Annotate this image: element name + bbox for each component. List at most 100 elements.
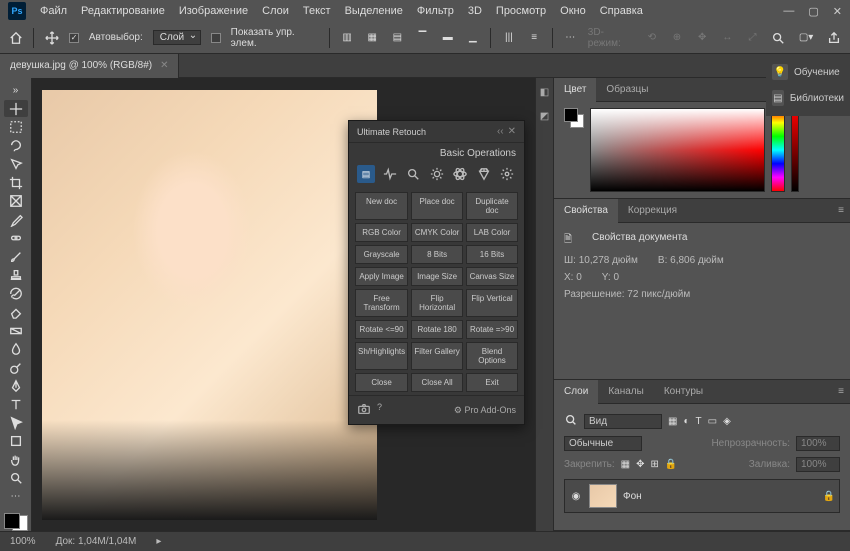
eraser-tool[interactable]: [4, 304, 28, 320]
align-hcenter-icon[interactable]: ▦: [365, 30, 380, 46]
plugin-tab-brightness-icon[interactable]: [428, 165, 446, 183]
align-bottom-icon[interactable]: ▁: [465, 30, 480, 46]
pen-tool[interactable]: [4, 378, 28, 394]
3d-pan-icon[interactable]: ✥: [695, 30, 710, 46]
autoselect-checkbox[interactable]: ✓: [69, 33, 79, 43]
menu-layers[interactable]: Слои: [262, 5, 289, 17]
plugin-btn-canvas-size[interactable]: Canvas Size: [466, 267, 518, 286]
zoom-tool[interactable]: [4, 470, 28, 486]
blur-tool[interactable]: [4, 341, 28, 357]
menu-help[interactable]: Справка: [600, 5, 643, 17]
filter-type-icon[interactable]: T: [696, 416, 702, 427]
plugin-tab-diamond-icon[interactable]: [475, 165, 493, 183]
tab-close-icon[interactable]: ✕: [160, 60, 168, 71]
menu-text[interactable]: Текст: [303, 5, 331, 17]
frame-tool[interactable]: [4, 193, 28, 209]
healing-tool[interactable]: [4, 230, 28, 246]
tab-channels[interactable]: Каналы: [598, 380, 654, 404]
path-select-tool[interactable]: [4, 415, 28, 431]
filter-shape-icon[interactable]: ▭: [708, 416, 717, 427]
hand-tool[interactable]: [4, 452, 28, 468]
opacity-value[interactable]: 100%: [796, 436, 840, 451]
distribute-h-icon[interactable]: |||: [501, 30, 516, 46]
lock-artboard-icon[interactable]: ⊞: [651, 459, 659, 470]
plugin-btn-rotate-180[interactable]: Rotate 180: [411, 320, 463, 339]
plugin-btn-image-size[interactable]: Image Size: [411, 267, 463, 286]
search-icon[interactable]: [770, 30, 786, 46]
color-swatches[interactable]: [4, 513, 28, 531]
showctrl-checkbox[interactable]: [211, 33, 221, 43]
libraries-panel-button[interactable]: ▤Библиотеки: [770, 88, 846, 108]
plugin-tab-pulse-icon[interactable]: [381, 165, 399, 183]
plugin-btn-filter-gallery[interactable]: Filter Gallery: [411, 342, 463, 370]
shape-tool[interactable]: [4, 433, 28, 449]
document-tab[interactable]: девушка.jpg @ 100% (RGB/8#) ✕: [0, 54, 179, 78]
plugin-tab-zoom-icon[interactable]: [404, 165, 422, 183]
visibility-icon[interactable]: ◉: [569, 491, 583, 502]
lock-all-icon[interactable]: 🔒: [665, 459, 677, 470]
tool-panel-collapse-icon[interactable]: »: [4, 82, 28, 98]
autoselect-dropdown[interactable]: Слой: [153, 30, 201, 45]
overflow-icon[interactable]: ⋯: [563, 30, 578, 46]
tab-adjustments[interactable]: Коррекция: [618, 199, 687, 223]
panel-menu-icon[interactable]: ≡: [832, 386, 850, 397]
tab-swatches[interactable]: Образцы: [596, 78, 658, 102]
doc-size[interactable]: Док: 1,04M/1,04M: [56, 536, 137, 547]
plugin-close-icon[interactable]: ✕: [508, 126, 516, 137]
quick-select-tool[interactable]: [4, 156, 28, 172]
filter-smart-icon[interactable]: ◈: [723, 416, 731, 427]
eyedropper-tool[interactable]: [4, 211, 28, 227]
color-mini-swatch[interactable]: [564, 108, 584, 128]
tab-color[interactable]: Цвет: [554, 78, 596, 102]
plugin-btn-duplicate-doc[interactable]: Duplicate doc: [466, 192, 518, 220]
plugin-help-icon[interactable]: ?: [377, 402, 382, 418]
plugin-btn-flip-h[interactable]: Flip Horizontal: [411, 289, 463, 317]
hue-slider[interactable]: [771, 108, 785, 192]
ultimate-retouch-panel[interactable]: Ultimate Retouch ‹‹ ✕ Basic Operations ▤…: [348, 120, 525, 425]
brush-tool[interactable]: [4, 248, 28, 264]
plugin-btn-close-all[interactable]: Close All: [411, 373, 463, 392]
plugin-btn-16bits[interactable]: 16 Bits: [466, 245, 518, 264]
lock-icon[interactable]: 🔒: [823, 491, 835, 502]
plugin-tab-atom-icon[interactable]: [451, 165, 469, 183]
workspace-icon[interactable]: ▢▾: [798, 30, 814, 46]
3d-slide-icon[interactable]: ↔: [720, 30, 735, 46]
plugin-camera-icon[interactable]: [357, 402, 371, 418]
3d-orbit-icon[interactable]: ⟲: [644, 30, 659, 46]
plugin-btn-cmyk[interactable]: CMYK Color: [411, 223, 463, 242]
plugin-btn-exit[interactable]: Exit: [466, 373, 518, 392]
layer-row[interactable]: ◉ Фон 🔒: [564, 479, 840, 513]
plugin-tab-basic-icon[interactable]: ▤: [357, 165, 375, 183]
panel-menu-icon[interactable]: ≡: [832, 205, 850, 216]
align-right-icon[interactable]: ▤: [390, 30, 405, 46]
history-brush-tool[interactable]: [4, 285, 28, 301]
edit-toolbar-icon[interactable]: ⋯: [4, 489, 28, 505]
move-tool-icon[interactable]: [44, 30, 59, 46]
plugin-btn-rotate-left[interactable]: Rotate <=90: [355, 320, 408, 339]
type-tool[interactable]: [4, 396, 28, 412]
layer-thumbnail[interactable]: [589, 484, 617, 508]
plugin-btn-blend-options[interactable]: Blend Options: [466, 342, 518, 370]
menu-edit[interactable]: Редактирование: [81, 5, 165, 17]
home-icon[interactable]: [8, 30, 23, 46]
window-minimize-icon[interactable]: —: [783, 5, 794, 18]
lock-pixels-icon[interactable]: ▦: [621, 459, 630, 470]
color-spectrum[interactable]: [590, 108, 765, 192]
plugin-btn-close[interactable]: Close: [355, 373, 408, 392]
fill-value[interactable]: 100%: [796, 457, 840, 472]
gradient-tool[interactable]: [4, 322, 28, 338]
plugin-btn-lab[interactable]: LAB Color: [466, 223, 518, 242]
distribute-v-icon[interactable]: ≡: [527, 30, 542, 46]
plugin-btn-rotate-right[interactable]: Rotate =>90: [466, 320, 518, 339]
status-chevron-icon[interactable]: ▸: [156, 536, 161, 547]
search-icon[interactable]: [564, 413, 578, 430]
lock-position-icon[interactable]: ✥: [636, 459, 644, 470]
plugin-btn-grayscale[interactable]: Grayscale: [355, 245, 408, 264]
filter-adjust-icon[interactable]: ◐: [683, 416, 689, 427]
plugin-btn-apply-image[interactable]: Apply Image: [355, 267, 408, 286]
brightness-slider[interactable]: [791, 108, 799, 192]
learn-panel-button[interactable]: 💡Обучение: [770, 62, 846, 82]
align-vcenter-icon[interactable]: ▬: [440, 30, 455, 46]
collapsed-panel-icon-2[interactable]: ◩: [536, 106, 553, 126]
move-tool[interactable]: [4, 100, 28, 116]
